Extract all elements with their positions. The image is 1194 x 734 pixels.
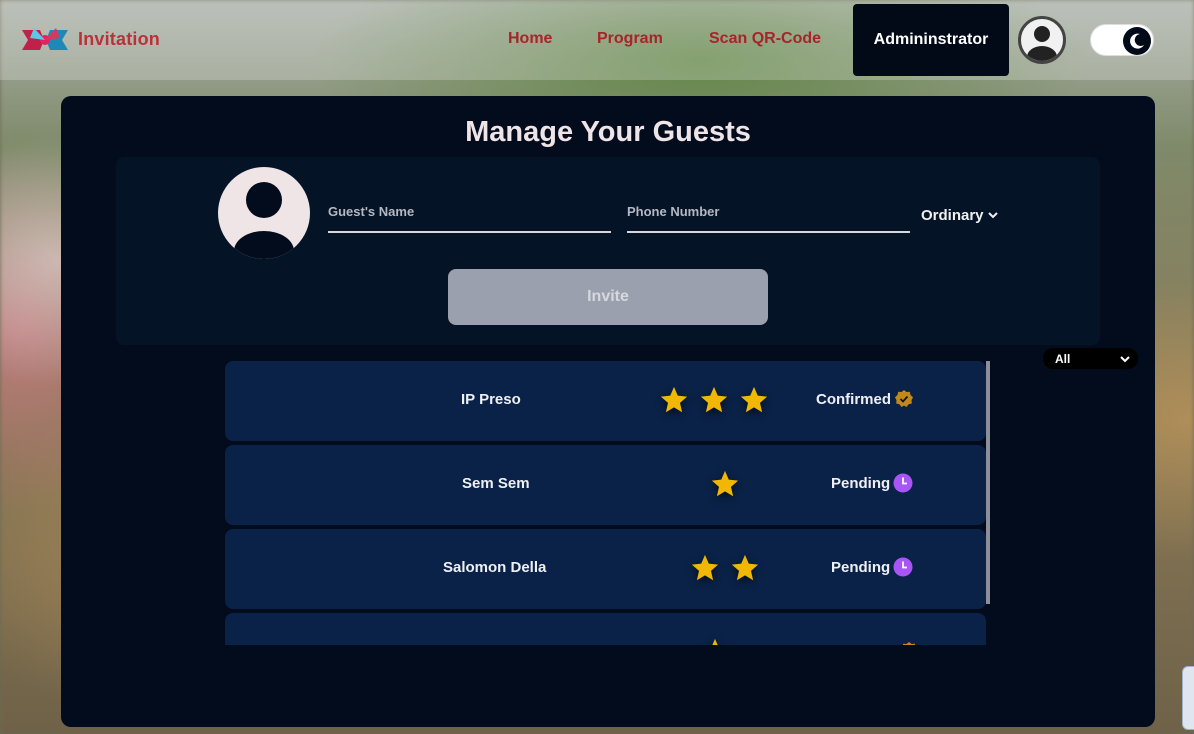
invite-label: Invite — [587, 288, 629, 305]
guest-row[interactable]: Sem Sem Pending — [225, 445, 986, 525]
toggle-knob — [1123, 27, 1151, 55]
person-icon — [234, 182, 294, 259]
guest-name-input[interactable] — [328, 195, 611, 231]
theme-toggle[interactable] — [1090, 24, 1154, 56]
brand-name: Invitation — [78, 28, 160, 49]
status-label: Confirmed — [816, 390, 891, 408]
status-badge: Confirmed — [816, 389, 914, 409]
nav-program-link[interactable]: Program — [597, 30, 663, 48]
guest-name: Sem Sem — [462, 475, 530, 492]
guest-type-value: Ordinary — [921, 206, 984, 224]
side-edge-tab[interactable] — [1182, 666, 1194, 730]
check-badge-icon — [895, 390, 913, 407]
star-rating — [700, 637, 732, 645]
chevron-down-icon — [1120, 355, 1130, 362]
user-icon — [1027, 26, 1057, 61]
status-badge: Pending — [831, 557, 913, 577]
invite-form: Ordinary Invite — [116, 157, 1100, 345]
check-badge-icon — [902, 642, 916, 645]
guest-name: Salomon Della — [443, 559, 547, 576]
status-badge: Pending — [831, 473, 913, 493]
guest-name-field[interactable] — [328, 195, 611, 233]
chevron-down-icon — [987, 212, 998, 219]
star-rating — [659, 385, 769, 417]
moon-icon — [1130, 33, 1144, 49]
clock-icon — [893, 473, 913, 493]
star-icon — [731, 554, 759, 581]
status-label: Pending — [831, 474, 891, 492]
nav-home-link[interactable]: Home — [508, 30, 552, 48]
clock-icon — [893, 557, 913, 577]
guest-row[interactable]: IP Preso Confirmed — [225, 361, 986, 441]
page-title: Manage Your Guests — [465, 116, 751, 148]
nav-scan-qr-link[interactable]: Scan QR-Code — [709, 30, 821, 48]
admin-label: Admininstrator — [873, 31, 989, 48]
envelope-bow-icon — [22, 28, 68, 50]
star-rating — [710, 469, 742, 501]
guests-panel: Manage Your Guests Ordinary Invite All — [61, 96, 1155, 727]
guest-row[interactable]: Salomon Della Pending — [225, 529, 986, 609]
invite-button[interactable]: Invite — [448, 269, 768, 325]
status-badge — [899, 641, 919, 645]
status-label: Pending — [831, 558, 891, 576]
star-icon — [660, 386, 688, 413]
star-icon — [700, 386, 728, 413]
star-icon — [740, 386, 768, 413]
admin-button[interactable]: Admininstrator — [853, 4, 1009, 76]
star-icon — [712, 638, 718, 645]
navbar: Invitation Home Program Scan QR-Code Adm… — [0, 0, 1194, 80]
guest-row[interactable] — [225, 613, 986, 645]
user-avatar[interactable] — [1018, 16, 1066, 64]
filter-value: All — [1055, 351, 1071, 366]
guest-avatar — [218, 167, 310, 259]
status-filter-select[interactable]: All — [1043, 348, 1138, 369]
star-rating — [690, 553, 762, 585]
phone-number-field[interactable] — [627, 195, 910, 233]
star-icon — [711, 470, 739, 497]
guest-name: IP Preso — [461, 391, 521, 408]
star-icon — [691, 554, 719, 581]
guest-list-scrollbar[interactable] — [986, 361, 990, 604]
guest-list[interactable]: IP Preso Confirmed Sem Sem Pending Salom… — [225, 361, 995, 645]
phone-number-input[interactable] — [627, 195, 910, 231]
guest-type-select[interactable]: Ordinary — [921, 204, 1006, 226]
brand-logo[interactable]: Invitation — [20, 24, 160, 54]
